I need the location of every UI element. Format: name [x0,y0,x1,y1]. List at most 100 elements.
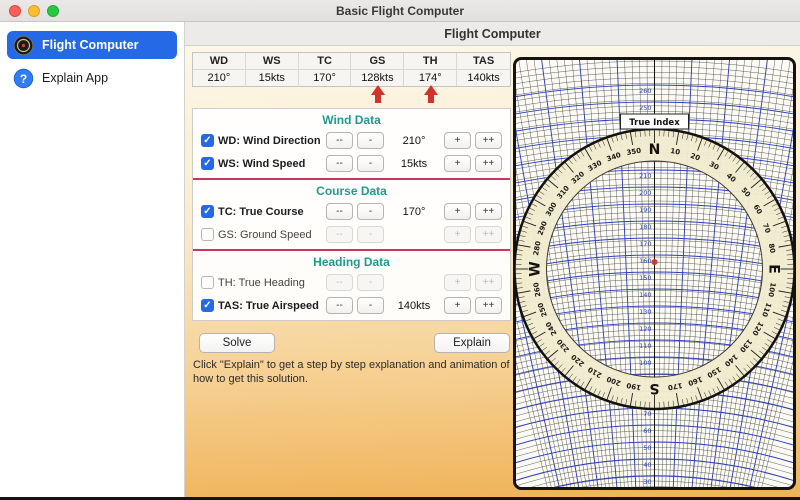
th-label: TH: True Heading [218,276,305,289]
question-mark-icon: ? [13,68,34,88]
wd-checkbox[interactable]: ✓ [201,134,214,147]
explain-hint-text: Click "Explain" to get a step by step ex… [193,359,510,386]
wd-increment-button[interactable]: + [444,132,471,149]
section-wind-data: Wind Data [322,113,381,127]
result-header-th: TH [404,53,458,70]
svg-text:10: 10 [670,147,681,157]
sidebar-item-label: Flight Computer [42,38,139,52]
tas-value: 140kts [397,299,431,312]
svg-text:50: 50 [643,444,651,452]
wd-value: 210° [402,134,426,147]
app-window: Basic Flight Computer Flight Computer ? … [0,0,800,500]
gs-checkbox[interactable] [201,228,214,241]
sidebar-item-explain-app[interactable]: ? Explain App [7,64,177,92]
svg-text:170: 170 [639,240,651,248]
ws-value: 15kts [400,157,428,170]
ws-decrement-button[interactable]: - [357,155,384,172]
svg-text:W: W [528,261,544,276]
input-panel: Wind Data ✓ WD: Wind Direction -- - 210°… [192,108,511,321]
svg-text:130: 130 [639,308,651,316]
th-increment2-button[interactable]: ++ [475,274,502,291]
form-row-tas: ✓ TAS: True Airspeed -- - 140kts + ++ [193,294,510,317]
sidebar-item-flight-computer[interactable]: Flight Computer [7,31,177,59]
svg-text:150: 150 [639,274,651,282]
svg-text:30: 30 [643,478,651,486]
th-result-arrow [424,85,438,103]
section-course-data: Course Data [316,184,387,198]
form-row-wd: ✓ WD: Wind Direction -- - 210° + ++ [193,129,510,152]
svg-text:E: E [766,264,782,274]
result-header-tc: TC [298,53,352,70]
tc-label: TC: True Course [218,205,304,218]
e6b-flight-computer-image: 2602502402302202102001901801701601501401… [513,57,796,490]
svg-text:190: 190 [639,206,651,214]
title-bar: Basic Flight Computer [0,0,800,22]
minimize-button[interactable] [28,5,40,17]
th-decrement-button[interactable]: - [357,274,384,291]
wd-decrement-button[interactable]: - [357,132,384,149]
tc-value: 170° [402,205,426,218]
window-title: Basic Flight Computer [335,3,464,18]
svg-text:True Index: True Index [629,118,680,128]
explain-button[interactable]: Explain [434,333,510,353]
result-value-tas: 140kts [467,72,500,84]
result-value-th: 174° [404,70,458,86]
gs-result-arrow [371,85,385,103]
wd-decrement2-button[interactable]: -- [326,132,353,149]
tas-increment2-button[interactable]: ++ [475,297,502,314]
ws-increment2-button[interactable]: ++ [475,155,502,172]
result-header-ws: WS [245,53,299,70]
tc-increment2-button[interactable]: ++ [475,203,502,220]
tc-checkbox[interactable]: ✓ [201,205,214,218]
result-header-tas: TAS [457,53,510,70]
result-header-gs: GS [351,53,405,70]
svg-text:250: 250 [639,104,651,112]
gs-increment-button[interactable]: + [444,226,471,243]
svg-text:60: 60 [643,427,651,435]
form-row-tc: ✓ TC: True Course -- - 170° + ++ [193,200,510,223]
result-value-gs: 128kts [351,70,405,86]
form-row-ws: ✓ WS: Wind Speed -- - 15kts + ++ [193,152,510,175]
gs-decrement2-button[interactable]: -- [326,226,353,243]
svg-text:110: 110 [639,342,651,350]
main-panel: Flight Computer WD WS TC GS TH TAS 210° … [185,22,800,497]
close-button[interactable] [9,5,21,17]
flight-computer-icon [13,35,34,55]
th-decrement2-button[interactable]: -- [326,274,353,291]
th-checkbox[interactable] [201,276,214,289]
gs-label: GS: Ground Speed [218,228,312,241]
gs-increment2-button[interactable]: ++ [475,226,502,243]
svg-text:40: 40 [643,461,651,469]
ws-label: WS: Wind Speed [218,157,306,170]
tc-increment-button[interactable]: + [444,203,471,220]
result-value-ws: 15kts [246,70,299,86]
tas-decrement2-button[interactable]: -- [326,297,353,314]
tas-checkbox[interactable]: ✓ [201,299,214,312]
th-increment-button[interactable]: + [444,274,471,291]
tas-decrement-button[interactable]: - [357,297,384,314]
result-value-wd: 210° [193,70,246,86]
svg-text:180: 180 [639,223,651,231]
ws-checkbox[interactable]: ✓ [201,157,214,170]
ws-decrement2-button[interactable]: -- [326,155,353,172]
gs-decrement-button[interactable]: - [357,226,384,243]
traffic-lights [9,5,59,17]
svg-text:N: N [649,142,661,158]
solve-button[interactable]: Solve [199,333,275,353]
svg-text:80: 80 [767,243,777,254]
tc-decrement2-button[interactable]: -- [326,203,353,220]
svg-text:260: 260 [639,87,651,95]
wd-increment2-button[interactable]: ++ [475,132,502,149]
sidebar-item-label: Explain App [42,71,109,85]
ws-increment-button[interactable]: + [444,155,471,172]
wd-label: WD: Wind Direction [218,134,321,147]
svg-text:100: 100 [639,359,651,367]
form-row-th: TH: True Heading -- - + ++ [193,271,510,294]
page-title: Flight Computer [185,22,800,46]
tc-decrement-button[interactable]: - [357,203,384,220]
tas-label: TAS: True Airspeed [218,299,319,312]
tas-increment-button[interactable]: + [444,297,471,314]
zoom-button[interactable] [47,5,59,17]
svg-text:140: 140 [639,291,651,299]
svg-text:160: 160 [639,257,651,265]
